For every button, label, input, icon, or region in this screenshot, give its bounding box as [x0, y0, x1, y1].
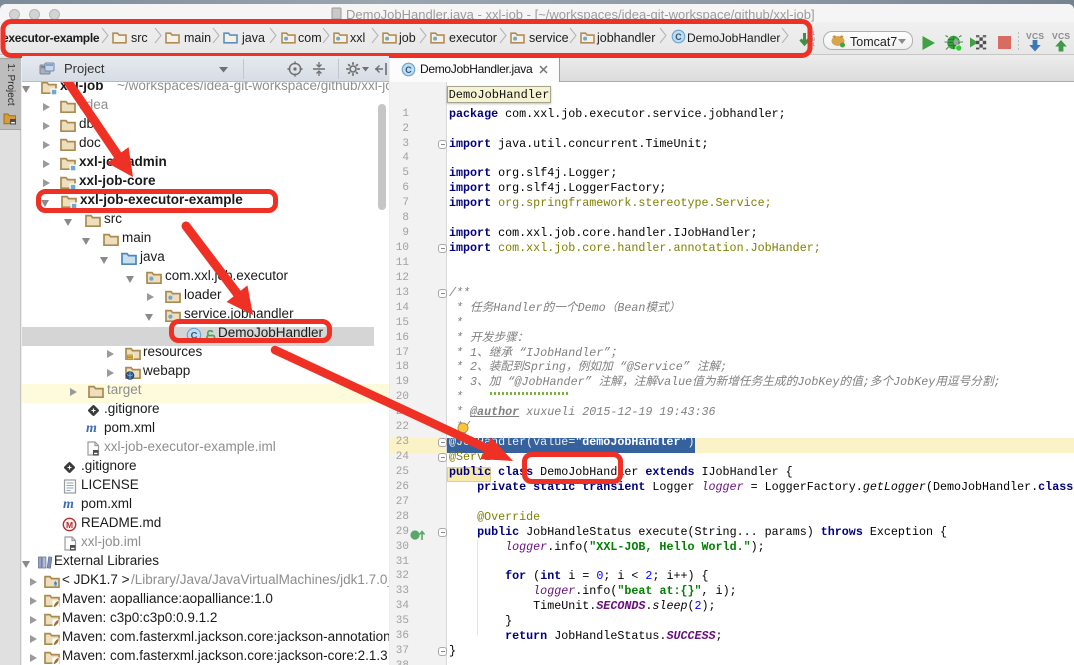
svg-text:C: C — [675, 32, 682, 42]
svg-text:C: C — [191, 330, 198, 341]
svg-text:C: C — [405, 64, 412, 74]
svg-text:M: M — [66, 519, 73, 529]
